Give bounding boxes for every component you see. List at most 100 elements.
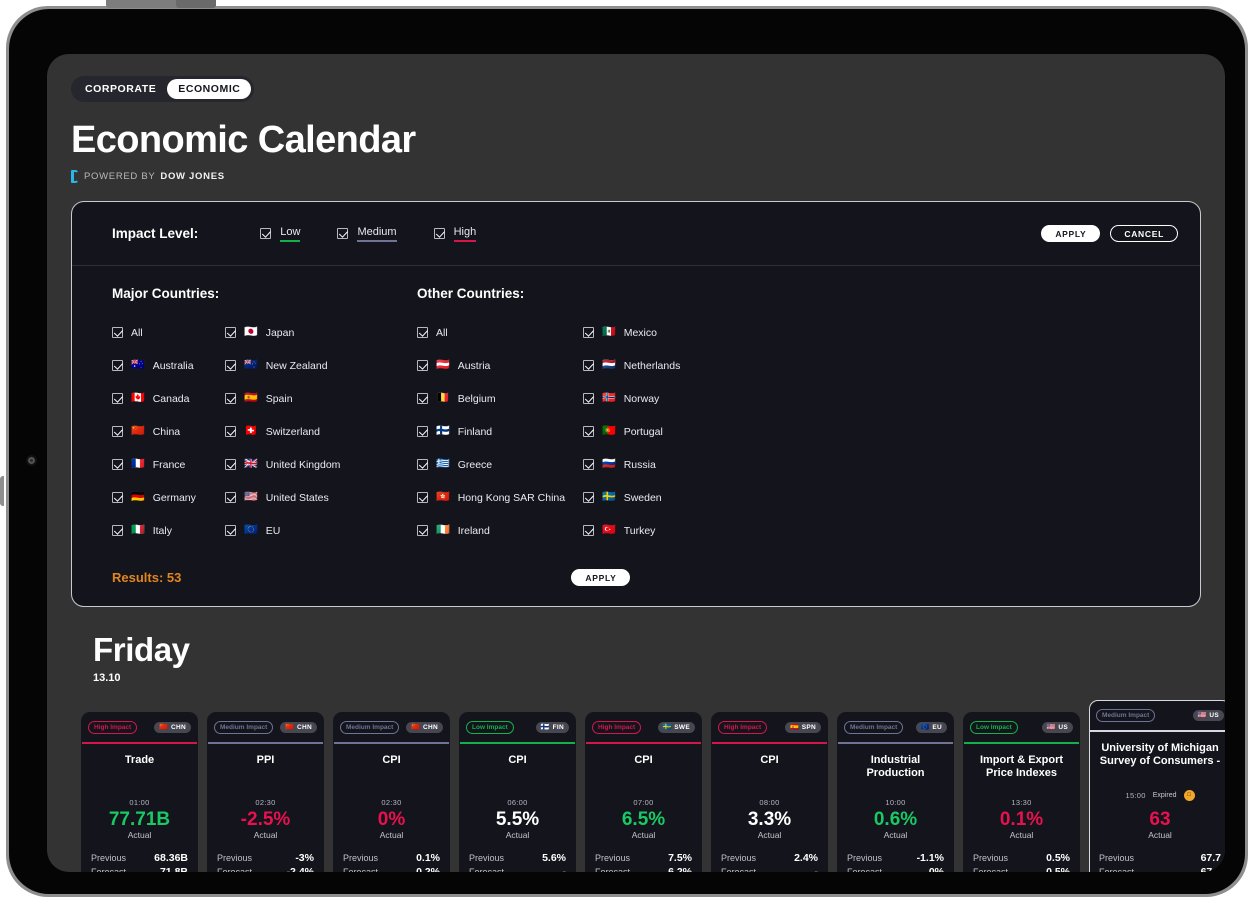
country-option-belgium[interactable]: 🇧🇪 Belgium bbox=[417, 382, 583, 415]
event-stats: Previous 7.5% Forecast 6.2% bbox=[595, 852, 692, 872]
country-option-united-states[interactable]: 🇺🇸 United States bbox=[225, 481, 338, 514]
checkbox-country[interactable] bbox=[225, 393, 236, 404]
checkbox-country[interactable] bbox=[225, 426, 236, 437]
country-option-sweden[interactable]: 🇸🇪 Sweden bbox=[583, 481, 749, 514]
country-option-austria[interactable]: 🇦🇹 Austria bbox=[417, 349, 583, 382]
event-card[interactable]: Low Impact 🇫🇮 FIN CPI 06:00 5.5% Actual Previou… bbox=[459, 712, 576, 872]
checkbox-country[interactable] bbox=[225, 492, 236, 503]
checkbox-country[interactable] bbox=[112, 360, 123, 371]
flag-icon: 🇮🇹 bbox=[131, 524, 145, 536]
checkbox-country[interactable] bbox=[417, 393, 428, 404]
apply-bottom-wrapper: APPLY bbox=[571, 569, 631, 586]
segment-economic[interactable]: ECONOMIC bbox=[167, 79, 252, 99]
impact-option-high[interactable]: High bbox=[433, 226, 477, 242]
country-option-italy[interactable]: 🇮🇹 Italy bbox=[112, 514, 225, 547]
country-label: Turkey bbox=[623, 524, 656, 537]
checkbox-country[interactable] bbox=[417, 426, 428, 437]
checkbox-country[interactable] bbox=[225, 327, 236, 338]
country-option-new-zealand[interactable]: 🇳🇿 New Zealand bbox=[225, 349, 338, 382]
country-option-japan[interactable]: 🇯🇵 Japan bbox=[225, 316, 338, 349]
country-option-mexico[interactable]: 🇲🇽 Mexico bbox=[583, 316, 749, 349]
checkbox-impact-low[interactable] bbox=[260, 228, 272, 239]
event-card[interactable]: Medium Impact 🇨🇳 CHN CPI 02:30 0% Actual Previo… bbox=[333, 712, 450, 872]
country-option-all[interactable]: All bbox=[112, 316, 225, 349]
country-option-ireland[interactable]: 🇮🇪 Ireland bbox=[417, 514, 583, 547]
stat-value: 68.36B bbox=[154, 852, 188, 865]
impact-option-medium[interactable]: Medium bbox=[337, 226, 397, 242]
checkbox-country[interactable] bbox=[417, 327, 428, 338]
event-card-body: CPI 06:005.5%Actual Previous 5.6% Forecast - bbox=[460, 744, 575, 873]
checkbox-country[interactable] bbox=[417, 492, 428, 503]
section-toggle[interactable]: CORPORATE ECONOMIC bbox=[71, 76, 255, 102]
segment-corporate[interactable]: CORPORATE bbox=[74, 79, 167, 99]
country-code: EU bbox=[932, 724, 942, 731]
event-card[interactable]: Medium Impact 🇺🇸 US University of Michigan … bbox=[1089, 700, 1225, 872]
event-card[interactable]: High Impact 🇪🇸 SPN CPI 08:00 3.3% Actual Previo… bbox=[711, 712, 828, 872]
country-option-finland[interactable]: 🇫🇮 Finland bbox=[417, 415, 583, 448]
stat-value: 6.2% bbox=[668, 866, 692, 872]
country-option-spain[interactable]: 🇪🇸 Spain bbox=[225, 382, 338, 415]
event-stats: Previous 0.5% Forecast 0.5% bbox=[973, 852, 1070, 872]
event-title: CPI bbox=[382, 753, 401, 766]
country-option-australia[interactable]: 🇦🇺 Australia bbox=[112, 349, 225, 382]
event-card[interactable]: Medium Impact 🇨🇳 CHN PPI 02:30 -2.5% Actual Pre… bbox=[207, 712, 324, 872]
device-side-button[interactable] bbox=[0, 476, 4, 506]
checkbox-country[interactable] bbox=[583, 327, 594, 338]
checkbox-country[interactable] bbox=[583, 426, 594, 437]
country-label: Canada bbox=[152, 392, 190, 405]
checkbox-country[interactable] bbox=[583, 525, 594, 536]
event-card[interactable]: Low Impact 🇺🇸 US Import & Export Price Inde… bbox=[963, 712, 1080, 872]
checkbox-country[interactable] bbox=[583, 459, 594, 470]
country-option-russia[interactable]: 🇷🇺 Russia bbox=[583, 448, 749, 481]
checkbox-country[interactable] bbox=[112, 327, 123, 338]
checkbox-country[interactable] bbox=[417, 360, 428, 371]
event-card[interactable]: Medium Impact 🇪🇺 EU Industrial Production 10… bbox=[837, 712, 954, 872]
checkbox-country[interactable] bbox=[417, 525, 428, 536]
checkbox-country[interactable] bbox=[225, 459, 236, 470]
checkbox-country[interactable] bbox=[225, 525, 236, 536]
event-time: 06:00 bbox=[507, 797, 528, 807]
day-date: 13.10 bbox=[93, 672, 121, 684]
impact-option-low[interactable]: Low bbox=[260, 226, 301, 242]
checkbox-country[interactable] bbox=[417, 459, 428, 470]
country-option-canada[interactable]: 🇨🇦 Canada bbox=[112, 382, 225, 415]
country-option-china[interactable]: 🇨🇳 China bbox=[112, 415, 225, 448]
event-card[interactable]: High Impact 🇨🇳 CHN Trade 01:00 77.71B Actual Pr… bbox=[81, 712, 198, 872]
country-option-eu[interactable]: 🇪🇺 EU bbox=[225, 514, 338, 547]
stat-value: 2.4% bbox=[794, 852, 818, 865]
checkbox-country[interactable] bbox=[112, 492, 123, 503]
country-label: Australia bbox=[152, 359, 194, 372]
country-option-germany[interactable]: 🇩🇪 Germany bbox=[112, 481, 225, 514]
country-option-norway[interactable]: 🇳🇴 Norway bbox=[583, 382, 749, 415]
impact-badge: Medium Impact bbox=[214, 721, 274, 734]
event-cards-strip[interactable]: High Impact 🇨🇳 CHN Trade 01:00 77.71B Actual Pr… bbox=[71, 700, 1225, 872]
event-card[interactable]: High Impact 🇸🇪 SWE CPI 07:00 6.5% Actual Previo… bbox=[585, 712, 702, 872]
cancel-button[interactable]: CANCEL bbox=[1110, 225, 1178, 242]
checkbox-country[interactable] bbox=[583, 393, 594, 404]
country-option-turkey[interactable]: 🇹🇷 Turkey bbox=[583, 514, 749, 547]
country-option-france[interactable]: 🇫🇷 France bbox=[112, 448, 225, 481]
checkbox-country[interactable] bbox=[225, 360, 236, 371]
checkbox-country[interactable] bbox=[583, 492, 594, 503]
country-option-hong-kong-sar-china[interactable]: 🇭🇰 Hong Kong SAR China bbox=[417, 481, 583, 514]
country-option-united-kingdom[interactable]: 🇬🇧 United Kingdom bbox=[225, 448, 340, 481]
checkbox-country[interactable] bbox=[112, 459, 123, 470]
country-option-portugal[interactable]: 🇵🇹 Portugal bbox=[583, 415, 749, 448]
checkbox-impact-medium[interactable] bbox=[337, 228, 349, 239]
major-countries-columns: All 🇦🇺 Australia 🇨🇦 Canada 🇨🇳 China 🇫🇷 France 🇩🇪 G… bbox=[112, 316, 417, 547]
country-option-netherlands[interactable]: 🇳🇱 Netherlands bbox=[583, 349, 749, 382]
checkbox-impact-high[interactable] bbox=[433, 228, 445, 239]
country-option-switzerland[interactable]: 🇨🇭 Switzerland bbox=[225, 415, 338, 448]
apply-button-bottom[interactable]: APPLY bbox=[571, 569, 631, 586]
country-code: SPN bbox=[801, 724, 816, 731]
page-scroll-container[interactable]: CORPORATE ECONOMIC Economic Calendar POWE… bbox=[47, 54, 1225, 872]
flag-icon: 🇪🇸 bbox=[790, 724, 799, 731]
country-option-greece[interactable]: 🇬🇷 Greece bbox=[417, 448, 583, 481]
checkbox-country[interactable] bbox=[112, 393, 123, 404]
checkbox-country[interactable] bbox=[112, 426, 123, 437]
checkbox-country[interactable] bbox=[583, 360, 594, 371]
country-option-all[interactable]: All bbox=[417, 316, 583, 349]
apply-button-top[interactable]: APPLY bbox=[1041, 225, 1101, 242]
checkbox-country[interactable] bbox=[112, 525, 123, 536]
event-card-body: PPI 02:30-2.5%Actual Previous -3% Forecast -2… bbox=[208, 744, 323, 873]
